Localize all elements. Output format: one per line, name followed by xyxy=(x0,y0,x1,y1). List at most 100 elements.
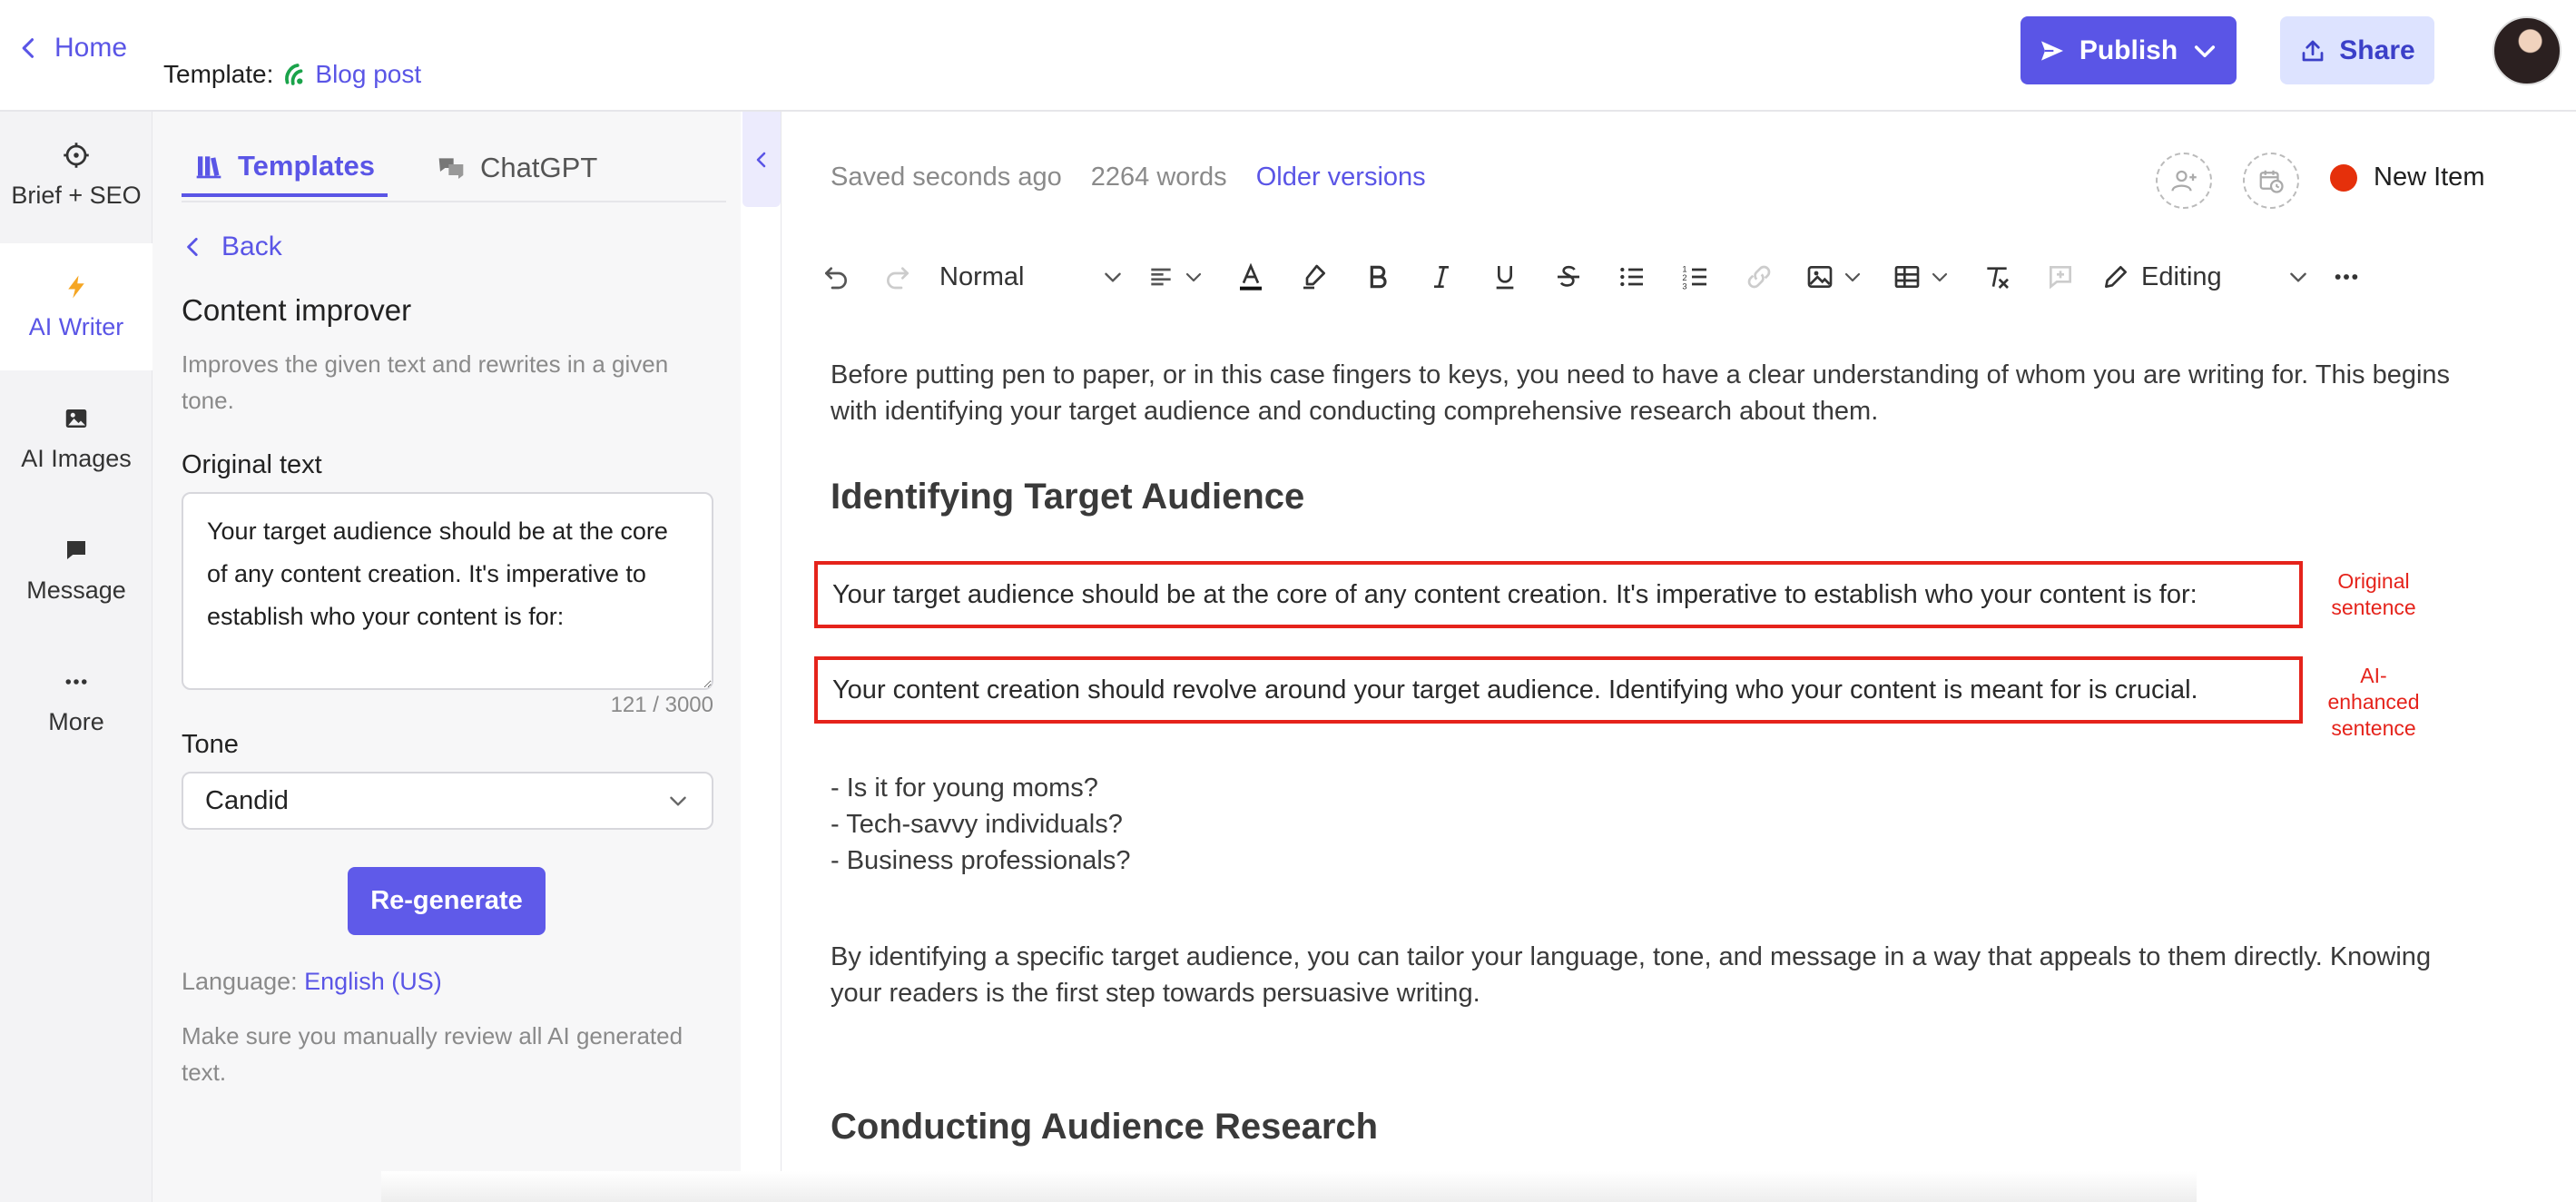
bold-button[interactable] xyxy=(1346,251,1410,302)
template-name-link[interactable]: Blog post xyxy=(315,60,421,89)
crosshair-icon xyxy=(64,142,89,168)
chevron-down-icon xyxy=(670,796,686,806)
rail-label: AI Writer xyxy=(28,312,124,340)
heading[interactable]: Identifying Target Audience xyxy=(831,477,1304,517)
original-text-input[interactable]: Your target audience should be at the co… xyxy=(182,492,713,690)
publish-label: Publish xyxy=(2079,34,2178,65)
chevron-down-icon xyxy=(2290,272,2306,282)
list-item[interactable]: - Business professionals? xyxy=(831,842,1130,879)
original-text-label: Original text xyxy=(182,450,322,479)
add-collaborator-button[interactable] xyxy=(2156,153,2212,209)
underline-icon xyxy=(1496,266,1514,290)
link-button[interactable] xyxy=(1727,251,1791,302)
saved-status: Saved seconds ago xyxy=(831,163,1062,192)
numbered-list-icon: 123 xyxy=(1682,265,1706,291)
status-label: New Item xyxy=(2374,163,2485,192)
template-prefix: Template: xyxy=(163,60,274,88)
send-icon xyxy=(2040,40,2063,61)
books-icon xyxy=(196,156,221,179)
publish-button[interactable]: Publish xyxy=(2020,16,2237,84)
collapse-panel-button[interactable] xyxy=(742,112,781,207)
original-sentence-box[interactable]: Your target audience should be at the co… xyxy=(814,561,2303,628)
tab-templates[interactable]: Templates xyxy=(182,139,388,197)
bold-icon xyxy=(1370,265,1387,289)
chevron-down-icon xyxy=(1105,272,1121,282)
redo-icon xyxy=(887,267,909,290)
highlight-button[interactable] xyxy=(1283,251,1346,302)
ellipsis-icon xyxy=(65,678,87,685)
ai-disclaimer: Make sure you manually review all AI gen… xyxy=(182,1022,683,1086)
panel-description: Improves the given text and rewrites in … xyxy=(182,350,669,414)
underline-button[interactable] xyxy=(1473,251,1537,302)
undo-button[interactable] xyxy=(809,251,863,302)
align-select[interactable] xyxy=(1132,251,1219,302)
paragraph[interactable]: Before putting pen to paper, or in this … xyxy=(831,357,2483,429)
comment-button[interactable] xyxy=(2029,251,2092,302)
enhanced-sentence-annotation: AI-enhanced sentence xyxy=(2327,664,2420,740)
avatar[interactable] xyxy=(2492,16,2561,85)
chevron-down-icon xyxy=(1844,272,1861,282)
text-color-button[interactable] xyxy=(1219,251,1283,302)
editing-mode-select[interactable]: Editing xyxy=(2092,251,2319,302)
insert-image-button[interactable] xyxy=(1791,251,1878,302)
paragraph[interactable]: By identifying a specific target audienc… xyxy=(831,939,2483,1011)
lightning-icon xyxy=(68,275,84,298)
numbered-list-button[interactable]: 123 xyxy=(1664,251,1727,302)
heading[interactable]: Conducting Audience Research xyxy=(831,1107,1378,1148)
tone-select[interactable]: Candid xyxy=(182,772,713,830)
tab-label: ChatGPT xyxy=(480,152,598,183)
strikethrough-icon xyxy=(1558,265,1579,287)
bottom-shadow xyxy=(381,1171,2197,1202)
share-button[interactable]: Share xyxy=(2280,16,2434,84)
language-link[interactable]: English (US) xyxy=(304,968,442,995)
strikethrough-button[interactable] xyxy=(1537,251,1600,302)
table-icon xyxy=(1894,266,1920,288)
back-label: Back xyxy=(221,232,282,261)
rail-label: Message xyxy=(26,576,126,604)
clear-format-icon xyxy=(1987,267,2009,289)
language-line: Language: English (US) xyxy=(182,968,442,996)
regenerate-button[interactable]: Re-generate xyxy=(348,867,546,935)
document-editor: Saved seconds ago 2264 words Older versi… xyxy=(781,112,2576,1202)
tabs-divider xyxy=(182,201,726,202)
home-link[interactable]: Home xyxy=(16,33,127,64)
rail-item-more[interactable]: More xyxy=(0,638,152,765)
text-style-select[interactable]: Normal xyxy=(932,251,1132,302)
svg-text:3: 3 xyxy=(1682,281,1686,291)
list-item[interactable]: - Tech-savvy individuals? xyxy=(831,806,1123,842)
rail-item-ai-images[interactable]: AI Images xyxy=(0,375,152,502)
older-versions-link[interactable]: Older versions xyxy=(1256,163,1426,192)
image-icon xyxy=(1807,266,1833,288)
rail-item-brief-seo[interactable]: Brief + SEO xyxy=(0,112,152,239)
document-meta: Saved seconds ago 2264 words Older versi… xyxy=(831,163,1426,192)
comment-icon xyxy=(2050,266,2071,290)
schedule-button[interactable] xyxy=(2243,153,2299,209)
redo-button[interactable] xyxy=(863,251,932,302)
add-user-icon xyxy=(2171,170,2197,192)
italic-icon xyxy=(1434,266,1449,288)
rail-item-ai-writer[interactable]: AI Writer xyxy=(0,243,152,370)
tone-label: Tone xyxy=(182,730,239,759)
original-sentence-annotation: Original sentence xyxy=(2331,569,2416,619)
enhanced-sentence-box[interactable]: Your content creation should revolve aro… xyxy=(814,656,2303,724)
bullet-list-button[interactable] xyxy=(1600,251,1664,302)
more-options-button[interactable] xyxy=(2319,251,2374,302)
clear-formatting-button[interactable] xyxy=(1965,251,2029,302)
pencil-icon xyxy=(2105,266,2127,288)
chat-bubbles-icon xyxy=(438,158,464,179)
panel-tabs: Templates ChatGPT xyxy=(182,139,610,197)
rail-item-message[interactable]: Message xyxy=(0,507,152,634)
top-bar: Home Template: Blog post Publish Share xyxy=(0,0,2576,112)
formatting-toolbar: Normal 123 Editing xyxy=(809,248,2551,306)
text-color-icon xyxy=(1240,262,1262,291)
back-link[interactable]: Back xyxy=(182,232,282,262)
tab-chatgpt[interactable]: ChatGPT xyxy=(424,139,610,197)
chevron-left-icon xyxy=(22,38,34,58)
insert-table-button[interactable] xyxy=(1878,251,1965,302)
text-style-value: Normal xyxy=(939,261,1025,291)
status-indicator[interactable]: New Item xyxy=(2330,163,2484,192)
italic-button[interactable] xyxy=(1410,251,1473,302)
template-logo-icon xyxy=(285,64,303,85)
status-dot xyxy=(2330,163,2357,192)
list-item[interactable]: - Is it for young moms? xyxy=(831,770,1098,806)
